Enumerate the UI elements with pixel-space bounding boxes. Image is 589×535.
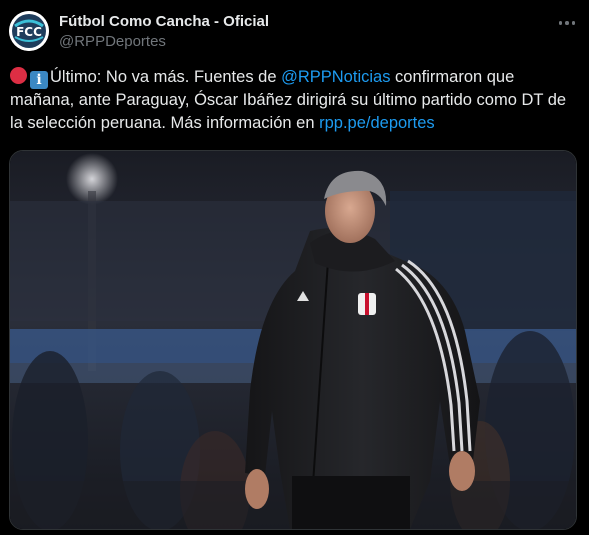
avatar-text: FCC <box>16 25 42 39</box>
coach-in-black-jacket-photo <box>10 151 576 529</box>
more-options-icon[interactable] <box>554 12 580 34</box>
article-link[interactable]: rpp.pe/deportes <box>319 114 435 132</box>
tweet: FCC Fútbol Como Cancha - Oficial @RPPDep… <box>0 0 589 535</box>
fcc-logo-icon: FCC <box>9 11 49 51</box>
account-name[interactable]: Fútbol Como Cancha - Oficial <box>59 13 269 30</box>
account-handle[interactable]: @RPPDeportes <box>59 33 166 50</box>
information-icon: i <box>30 71 48 89</box>
tweet-text: i Último: No va más. Fuentes de @RPPNotic… <box>10 66 582 135</box>
tweet-photo[interactable] <box>9 150 577 530</box>
avatar[interactable]: FCC <box>9 11 49 51</box>
mention-link[interactable]: @RPPNoticias <box>281 68 390 86</box>
tweet-text-part1: Último: No va más. Fuentes de <box>50 68 282 86</box>
red-circle-icon <box>10 67 27 84</box>
